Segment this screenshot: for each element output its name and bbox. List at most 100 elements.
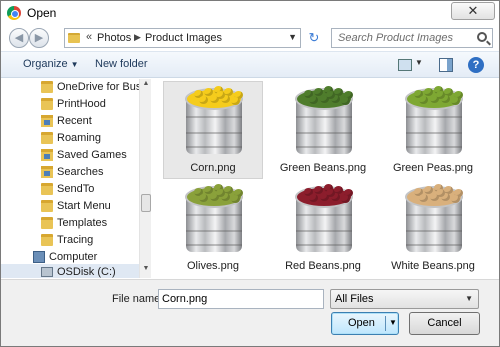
- file-name-label: File name:: [112, 293, 164, 305]
- back-button[interactable]: ◀: [9, 28, 29, 48]
- can-rib: [406, 116, 462, 118]
- open-button[interactable]: Open ▼: [331, 312, 399, 335]
- navigation-pane: OneDrive for Busin PrintHood Recent Roam…: [1, 79, 151, 278]
- new-folder-button[interactable]: New folder: [95, 58, 148, 70]
- folder-icon: [41, 217, 53, 229]
- preview-pane-icon[interactable]: [439, 58, 453, 72]
- breadcrumb-photos[interactable]: Photos: [97, 32, 131, 44]
- can-rib: [406, 132, 462, 134]
- file-name-label: Green Beans.png: [279, 162, 367, 174]
- food-piece: [309, 96, 318, 104]
- file-name-label: White Beans.png: [391, 260, 475, 272]
- food-piece: [419, 96, 428, 104]
- breadcrumb-separator[interactable]: ▶: [134, 32, 141, 43]
- file-type-select[interactable]: All Files ▼: [330, 289, 479, 309]
- change-view-icon[interactable]: [398, 59, 412, 71]
- nav-item-roaming[interactable]: Roaming: [1, 130, 139, 147]
- nav-item-start-menu[interactable]: Start Menu: [1, 198, 139, 215]
- nav-item-label: Tracing: [57, 234, 94, 246]
- breadcrumb-product-images[interactable]: Product Images: [145, 32, 222, 44]
- cancel-button[interactable]: Cancel: [409, 312, 480, 335]
- nav-item-label: PrintHood: [57, 98, 106, 110]
- nav-item-searches[interactable]: Searches: [1, 164, 139, 181]
- can-rib: [406, 230, 462, 232]
- breadcrumb-overflow[interactable]: «: [86, 31, 92, 43]
- nav-item-label: Saved Games: [57, 149, 127, 161]
- computer-icon: [33, 251, 45, 263]
- can-rib: [296, 230, 352, 232]
- forward-button[interactable]: ▶: [29, 28, 49, 48]
- can-rib: [186, 132, 242, 134]
- nav-item-label: Start Menu: [57, 200, 111, 212]
- nav-item-printhood[interactable]: PrintHood: [1, 96, 139, 113]
- nav-item-label: Templates: [57, 217, 108, 229]
- title-bar: Open ✕: [1, 1, 499, 25]
- food-piece: [231, 195, 240, 203]
- file-item-red-beans[interactable]: Red Beans.png: [273, 179, 373, 277]
- file-type-value: All Files: [335, 293, 374, 305]
- search-icon: [477, 32, 487, 42]
- organize-label: Organize: [23, 58, 68, 70]
- can-rib: [296, 116, 352, 118]
- refresh-button[interactable]: ↻: [304, 28, 324, 48]
- nav-item-label: SendTo: [57, 183, 95, 195]
- file-item-olives[interactable]: Olives.png: [163, 179, 263, 277]
- file-name-field[interactable]: Corn.png: [158, 289, 324, 309]
- folder-icon: [68, 33, 80, 43]
- can-rib: [296, 146, 352, 148]
- search-placeholder: Search Product Images: [338, 32, 453, 44]
- can-rib: [186, 244, 242, 246]
- organize-button[interactable]: Organize ▼: [23, 58, 79, 70]
- help-icon[interactable]: ?: [468, 57, 484, 73]
- nav-item-osdisk[interactable]: OSDisk (C:): [1, 264, 139, 278]
- scroll-down-arrow-icon[interactable]: ▼: [141, 265, 151, 277]
- folder-icon: [41, 132, 53, 144]
- food-piece: [451, 195, 460, 203]
- folder-icon: [41, 81, 53, 93]
- thumbnail-image: [292, 184, 356, 256]
- food-piece: [436, 189, 445, 197]
- searches-folder-icon: [41, 166, 53, 178]
- food-piece: [216, 189, 225, 197]
- address-bar[interactable]: « Photos ▶ Product Images ▼: [64, 28, 301, 48]
- file-item-white-beans[interactable]: White Beans.png: [383, 179, 483, 277]
- search-input[interactable]: Search Product Images: [331, 28, 493, 48]
- food-piece: [341, 97, 350, 105]
- nav-item-sendto[interactable]: SendTo: [1, 181, 139, 198]
- nav-item-label: Recent: [57, 115, 92, 127]
- nav-item-saved-games[interactable]: Saved Games: [1, 147, 139, 164]
- nav-item-label: Roaming: [57, 132, 102, 144]
- folder-icon: [41, 98, 53, 110]
- thumbnail-image: [292, 86, 356, 158]
- nav-item-label: OneDrive for Busin: [57, 81, 139, 93]
- view-dropdown-icon[interactable]: ▼: [415, 58, 423, 67]
- file-item-corn[interactable]: Corn.png: [163, 81, 263, 179]
- can-rib: [296, 132, 352, 134]
- file-list: Corn.png Green Beans.png Green Peas.png …: [155, 79, 495, 278]
- close-button[interactable]: ✕: [451, 2, 495, 20]
- file-item-green-beans[interactable]: Green Beans.png: [273, 81, 373, 179]
- cancel-label: Cancel: [427, 317, 462, 329]
- address-dropdown-icon[interactable]: ▼: [288, 32, 297, 42]
- food-piece: [436, 91, 445, 99]
- file-name-value: Corn.png: [162, 293, 208, 305]
- scrollbar-thumb[interactable]: [141, 194, 151, 212]
- footer: File name: Corn.png All Files ▼ Open ▼ C…: [1, 279, 499, 346]
- food-piece: [231, 97, 240, 105]
- thumbnail-image: [402, 86, 466, 158]
- open-dropdown-icon[interactable]: ▼: [389, 318, 397, 327]
- file-item-green-peas[interactable]: Green Peas.png: [383, 81, 483, 179]
- nav-item-onedrive[interactable]: OneDrive for Busin: [1, 79, 139, 96]
- nav-item-recent[interactable]: Recent: [1, 113, 139, 130]
- command-bar: Organize ▼ New folder ▼ ?: [1, 51, 499, 78]
- nav-item-templates[interactable]: Templates: [1, 215, 139, 232]
- nav-item-tracing[interactable]: Tracing: [1, 232, 139, 249]
- scroll-up-arrow-icon[interactable]: ▲: [141, 80, 151, 92]
- folder-icon: [41, 200, 53, 212]
- food-piece: [309, 194, 318, 202]
- saved-games-folder-icon: [41, 149, 53, 161]
- nav-pane-scrollbar[interactable]: ▲ ▼: [139, 79, 151, 278]
- food-piece: [451, 97, 460, 105]
- recent-folder-icon: [41, 115, 53, 127]
- chevron-down-icon: ▼: [70, 60, 79, 69]
